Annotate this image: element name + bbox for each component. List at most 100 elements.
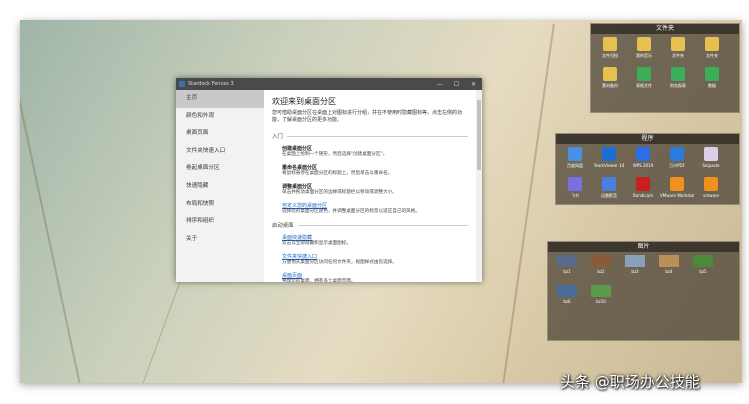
desktop-icon[interactable]: 迅雷影音 xyxy=(592,177,626,207)
desktop-icon[interactable]: bz5 xyxy=(686,255,720,285)
desktop-icon[interactable]: 表格文件 xyxy=(627,67,661,97)
sidebar-item[interactable]: 主页 xyxy=(176,90,264,108)
minimize-button[interactable]: — xyxy=(431,81,448,88)
image-thumbnail-icon xyxy=(693,255,713,267)
icon-label: bz4 xyxy=(665,269,673,274)
desktop-icon[interactable]: 文件归档 xyxy=(593,37,627,67)
desktop-icon[interactable]: 文件夹 xyxy=(695,37,729,67)
feature-title: 重命名桌面分区 xyxy=(282,165,318,171)
fence-title: 图片 xyxy=(548,242,739,252)
icon-label: 百度网盘 xyxy=(567,163,583,168)
desktop-icon[interactable]: WPS 2019 xyxy=(626,147,660,177)
feature-title: 调整桌面分区 xyxy=(282,184,313,190)
title-bar[interactable]: Stardock Fences 3 — ☐ ✕ xyxy=(176,78,482,90)
sidebar-item[interactable]: 布局和快照 xyxy=(176,196,264,214)
feature-description: 在桌面上绘制一个矩形，然后选择"创建桌面分区"。 xyxy=(282,152,388,157)
sidebar-item[interactable]: 快速隐藏 xyxy=(176,178,264,196)
icon-label: 迅雷影音 xyxy=(601,193,617,198)
folder-icon xyxy=(705,37,719,51)
fence-folders[interactable]: 文件夹 文件归档 我的音乐 文件夹 文件夹 素材备份 表格文件 财务报表 数据 xyxy=(590,23,740,113)
maximize-button[interactable]: ☐ xyxy=(448,81,465,88)
fence-programs[interactable]: 程序百度网盘 TeamViewer 14 WPS 2019 万兴PDF Snipaste… xyxy=(555,133,740,205)
icon-label: 财务报表 xyxy=(670,83,686,88)
image-thumbnail-icon xyxy=(591,285,611,297)
desktop-icon[interactable]: bz6 xyxy=(550,285,584,315)
app-icon xyxy=(670,177,684,191)
icon-label: bz10 xyxy=(596,299,606,304)
image-thumbnail-icon xyxy=(625,255,645,267)
feature-item: 桌面页面 整理您的桌面，拥有多个桌面页面。 xyxy=(282,272,468,282)
icon-label: 表格文件 xyxy=(636,83,652,88)
feature-description: 方便地从桌面分区访问任何文件夹，视图样式由您选择。 xyxy=(282,260,397,265)
feature-description: 双击以立即隐藏和显示桌面图标。 xyxy=(282,241,351,246)
scrollbar[interactable] xyxy=(476,90,482,282)
image-thumbnail-icon xyxy=(591,255,611,267)
fence-title: 文件夹 xyxy=(591,24,739,34)
feature-description: 单击并拖动桌面分区的边缘或标题栏以移动或调整大小。 xyxy=(282,190,397,195)
desktop-icon[interactable]: 数据 xyxy=(695,67,729,97)
fence-pictures[interactable]: 图片 bz1 bz2 bz3 bz4 bz5 bz6 bz10 xyxy=(547,241,740,341)
feature-link[interactable]: 桌面快速隐藏 xyxy=(282,234,468,241)
app-icon xyxy=(636,177,650,191)
feature-description: 选择您的桌面分区颜色，并调整桌面分区的标签以适应自己的风格。 xyxy=(282,209,420,214)
desktop-icon[interactable]: 我的音乐 xyxy=(627,37,661,67)
feature-title: 创建桌面分区 xyxy=(282,146,313,152)
desktop: Stardock Fences 3 — ☐ ✕ 主页 颜色和外观 桌面页面 文件夹快速… xyxy=(20,20,742,383)
desktop-icon[interactable]: vmware xyxy=(694,177,728,207)
icon-label: 我的音乐 xyxy=(636,53,652,58)
desktop-icon[interactable]: 万兴PDF xyxy=(660,147,694,177)
feature-description: 将鼠标悬停在桌面分区的标题上，然后单击以重命名。 xyxy=(282,171,393,176)
fences-settings-window: Stardock Fences 3 — ☐ ✕ 主页 颜色和外观 桌面页面 文件夹快速… xyxy=(176,78,482,282)
scrollbar-thumb[interactable] xyxy=(477,100,481,170)
feature-link[interactable]: 桌面页面 xyxy=(282,272,468,279)
close-button[interactable]: ✕ xyxy=(465,81,482,88)
fence-title: 程序 xyxy=(556,134,739,144)
feature-link[interactable]: 文件夹快捷入口 xyxy=(282,253,468,260)
fence-grid: 百度网盘 TeamViewer 14 WPS 2019 万兴PDF Snipaste 飞书… xyxy=(556,144,739,210)
desktop-icon[interactable]: bz4 xyxy=(652,255,686,285)
icon-label: 万兴PDF xyxy=(669,163,685,168)
fence-grid: 文件归档 我的音乐 文件夹 文件夹 素材备份 表格文件 财务报表 数据 xyxy=(591,34,739,100)
fence-grid: bz1 bz2 bz3 bz4 bz5 bz6 bz10 xyxy=(548,252,739,318)
desktop-icon[interactable]: 百度网盘 xyxy=(558,147,592,177)
desktop-icon[interactable]: bz3 xyxy=(618,255,652,285)
desktop-icon[interactable]: 飞书 xyxy=(558,177,592,207)
app-icon xyxy=(568,147,582,161)
image-thumbnail-icon xyxy=(557,285,577,297)
icon-label: vmware xyxy=(702,193,719,198)
desktop-icon[interactable]: bz10 xyxy=(584,285,618,315)
app-icon xyxy=(636,147,650,161)
sidebar-item[interactable]: 颜色和外观 xyxy=(176,108,264,126)
desktop-icon[interactable]: 文件夹 xyxy=(661,37,695,67)
sidebar-item[interactable]: 关于 xyxy=(176,231,264,249)
icon-label: Bandicam xyxy=(633,193,653,198)
section-header: 入门 xyxy=(272,132,468,140)
sidebar-item[interactable]: 排序和组织 xyxy=(176,213,264,231)
feature-description: 整理您的桌面，拥有多个桌面页面。 xyxy=(282,279,356,282)
feature-item: 调整桌面分区 单击并拖动桌面分区的边缘或标题栏以移动或调整大小。 xyxy=(282,183,468,196)
icon-label: WPS 2019 xyxy=(632,163,654,168)
sidebar-item[interactable]: 文件夹快速入口 xyxy=(176,143,264,161)
sidebar-item[interactable]: 卷起桌面分区 xyxy=(176,160,264,178)
page-description: 您可借助桌面分区在桌面上对图标进行分组，并在不使用时隐藏图标等。点击左侧的功能，… xyxy=(272,110,463,123)
section-header: 启动桌面 xyxy=(272,221,468,229)
icon-label: VMware Workstation xyxy=(660,193,694,198)
icon-label: 文件归档 xyxy=(602,53,618,58)
feature-link[interactable]: 自定义您的桌面分区 xyxy=(282,202,468,209)
feature-item: 重命名桌面分区 将鼠标悬停在桌面分区的标题上，然后单击以重命名。 xyxy=(282,164,468,177)
desktop-icon[interactable]: Snipaste xyxy=(694,147,728,177)
desktop-icon[interactable]: Bandicam xyxy=(626,177,660,207)
desktop-icon[interactable]: VMware Workstation xyxy=(660,177,694,207)
sidebar-item[interactable]: 桌面页面 xyxy=(176,125,264,143)
app-icon xyxy=(704,147,718,161)
desktop-icon[interactable]: 财务报表 xyxy=(661,67,695,97)
icon-label: bz5 xyxy=(699,269,707,274)
desktop-icon[interactable]: bz2 xyxy=(584,255,618,285)
folder-icon xyxy=(637,37,651,51)
watermark: 头条 @职场办公技能 xyxy=(560,373,700,391)
desktop-icon[interactable]: 素材备份 xyxy=(593,67,627,97)
icon-label: 文件夹 xyxy=(672,53,684,58)
feature-item: 自定义您的桌面分区 选择您的桌面分区颜色，并调整桌面分区的标签以适应自己的风格。 xyxy=(282,202,468,215)
desktop-icon[interactable]: bz1 xyxy=(550,255,584,285)
desktop-icon[interactable]: TeamViewer 14 xyxy=(592,147,626,177)
